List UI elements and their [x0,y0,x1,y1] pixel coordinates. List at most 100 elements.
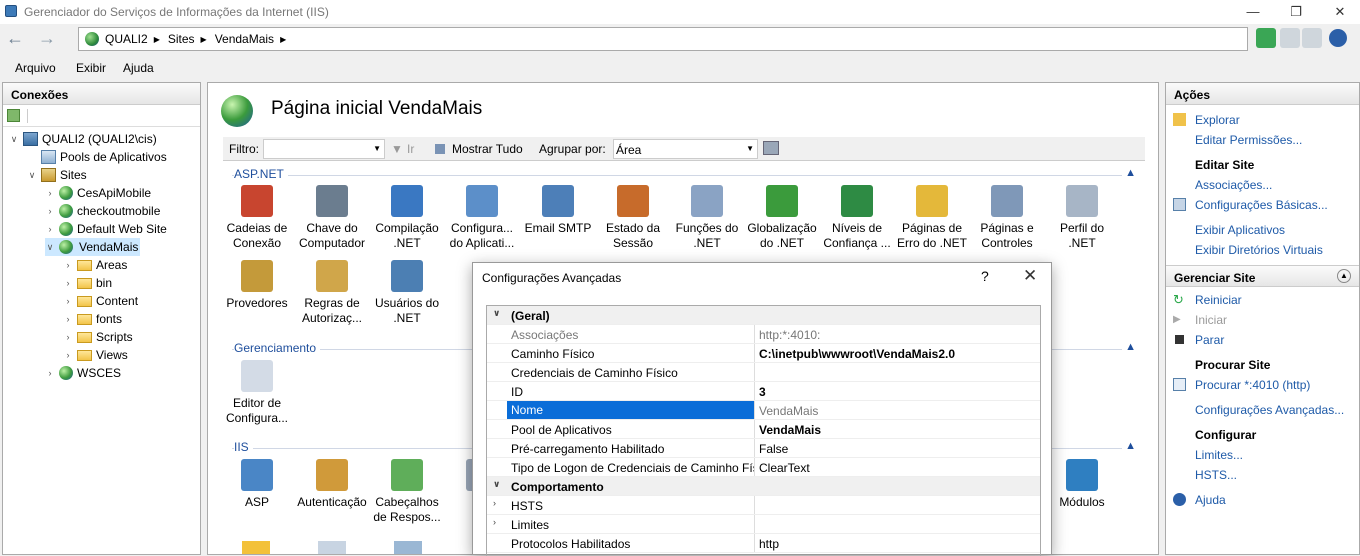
tree-node[interactable]: › fonts [63,310,123,328]
go-button[interactable]: Ir [407,142,414,156]
expand-right-icon[interactable]: › [63,350,73,360]
expand-right-icon[interactable]: › [63,278,73,288]
expand-right-icon[interactable]: › [45,206,55,216]
action-config-avancadas[interactable]: Configurações Avançadas... [1195,403,1344,417]
feature-aspnet-1[interactable]: Chave do Computador [295,185,369,251]
feature-aspnet-3[interactable]: Configura... do Aplicati... [445,185,519,251]
refresh-icon[interactable] [1256,28,1276,48]
feature-aspnet-10[interactable]: Páginas e Controles [970,185,1044,251]
property-row[interactable]: Pré-carregamento Habilitado False [487,439,1040,458]
collapse-icon[interactable]: ▲ [1125,167,1136,179]
property-row[interactable]: ID 3 [487,382,1040,401]
dialog-close-button[interactable]: ✕ [1023,266,1037,286]
feature-aspnet-0[interactable]: Cadeias de Conexão [220,185,294,251]
expand-right-icon[interactable]: › [45,224,55,234]
feature-aspnet-12[interactable]: Provedores [220,260,294,311]
menu-ajuda[interactable]: Ajuda [123,61,154,75]
action-exibir-diretorios[interactable]: Exibir Diretórios Virtuais [1195,243,1323,257]
tree-node[interactable]: ∨ VendaMais [45,238,141,256]
menu-exibir[interactable]: Exibir [76,61,106,75]
group-by-select[interactable]: Área ▼ [613,139,758,159]
forward-arrow-icon[interactable]: → [36,28,58,50]
tree-node[interactable]: › Areas [63,256,128,274]
property-value[interactable]: ClearText [759,461,810,475]
expand-right-icon[interactable]: › [63,332,73,342]
tree-node[interactable]: ∨ QUALI2 (QUALI2\cis) [9,130,157,148]
feature-aspnet-5[interactable]: Estado da Sessão [596,185,670,251]
action-parar[interactable]: Parar [1195,333,1224,347]
tree-node[interactable]: Pools de Aplicativos [27,148,167,166]
view-mode-icon[interactable] [763,141,779,155]
feature-aspnet-8[interactable]: Níveis de Confiança ... [820,185,894,251]
feature-iis-0[interactable]: ASP [220,459,294,510]
expand-right-icon[interactable]: › [63,296,73,306]
tree-node[interactable]: › Scripts [63,328,133,346]
action-editar-permissoes[interactable]: Editar Permissões... [1195,133,1302,147]
expand-icon[interactable]: › [493,498,496,508]
feature-config-editor[interactable]: Editor de Configura... [220,360,294,426]
feature-aspnet-11[interactable]: Perfil do .NET [1045,185,1119,251]
collapse-icon[interactable]: ∨ [493,479,500,490]
filter-input[interactable]: ▼ [263,139,385,159]
property-row[interactable]: Caminho Físico C:\inetpub\wwwroot\VendaMa… [487,344,1040,363]
tree-node[interactable]: › Content [63,292,139,310]
property-row[interactable]: Nome VendaMais [487,401,1040,420]
action-hsts[interactable]: HSTS... [1195,468,1237,482]
collapse-icon[interactable]: ▲ [1125,440,1136,452]
action-associacoes[interactable]: Associações... [1195,178,1272,192]
show-all-button[interactable]: Mostrar Tudo [452,142,523,156]
collapse-icon[interactable]: ∨ [493,308,500,319]
maximize-button[interactable]: ❐ [1286,2,1306,22]
collapse-icon[interactable]: ▲ [1125,341,1136,353]
action-explorar[interactable]: Explorar [1195,113,1240,127]
minimize-button[interactable]: — [1243,2,1263,22]
action-procurar[interactable]: Procurar *:4010 (http) [1195,378,1310,392]
property-value[interactable]: False [759,442,788,456]
address-bar[interactable]: QUALI2 ▶ Sites ▶ VendaMais ▶ [78,27,1248,51]
property-value[interactable]: http [759,537,779,551]
action-exibir-aplicativos[interactable]: Exibir Aplicativos [1195,223,1285,237]
property-row[interactable]: Associações http:*:4010: [487,325,1040,344]
manage-site-header[interactable]: Gerenciar Site ▲ [1166,265,1359,287]
property-row[interactable]: Credenciais de Caminho Físico [487,363,1040,382]
property-row[interactable]: Tipo de Logon de Credenciais de Caminho … [487,458,1040,477]
close-window-button[interactable]: ✕ [1330,2,1350,22]
expand-right-icon[interactable]: › [45,188,55,198]
expand-down-icon[interactable]: ∨ [9,134,19,145]
feature-aspnet-2[interactable]: Compilação .NET [370,185,444,251]
stop-icon[interactable] [1280,28,1300,48]
tree-node[interactable]: ∨ Sites [27,166,87,184]
breadcrumb-site[interactable]: VendaMais [215,32,274,46]
breadcrumb-server[interactable]: QUALI2 [105,32,148,46]
breadcrumb-sites[interactable]: Sites [168,32,195,46]
dialog-help-button[interactable]: ? [981,268,989,284]
feature-aspnet-14[interactable]: Usuários do .NET [370,260,444,326]
feature-aspnet-13[interactable]: Regras de Autorizaç... [295,260,369,326]
expand-right-icon[interactable]: › [63,314,73,324]
expand-down-icon[interactable]: ∨ [27,170,37,181]
action-ajuda[interactable]: Ajuda [1195,493,1226,507]
property-value[interactable]: C:\inetpub\wwwroot\VendaMais2.0 [759,347,955,361]
menu-arquivo[interactable]: Arquivo [15,61,56,75]
help-icon[interactable] [1329,29,1347,47]
action-config-basicas[interactable]: Configurações Básicas... [1195,198,1328,212]
connect-icon[interactable] [7,109,20,122]
property-value[interactable]: 3 [759,385,766,399]
feature-iis-1[interactable]: Autenticação [295,459,369,510]
expand-right-icon[interactable]: › [45,368,55,378]
property-value[interactable]: http:*:4010: [759,328,820,342]
feature-iis-4[interactable]: Módulos [1045,459,1119,510]
tree-node[interactable]: › bin [63,274,113,292]
back-arrow-icon[interactable]: ← [4,28,26,50]
property-category[interactable]: ∨ Comportamento [487,477,1040,496]
expand-right-icon[interactable]: › [63,260,73,270]
property-value[interactable]: VendaMais [759,404,818,418]
action-reiniciar[interactable]: Reiniciar [1195,293,1242,307]
collapse-icon[interactable]: ▲ [1337,269,1351,283]
property-row[interactable]: › HSTS [487,496,1040,515]
feature-iis-2[interactable]: Cabeçalhos de Respos... [370,459,444,525]
tree-node[interactable]: › CesApiMobile [45,184,151,202]
expand-down-icon[interactable]: ∨ [45,242,55,253]
group-aspnet[interactable]: ASP.NET ▲ [232,167,1142,183]
expand-icon[interactable]: › [493,517,496,527]
